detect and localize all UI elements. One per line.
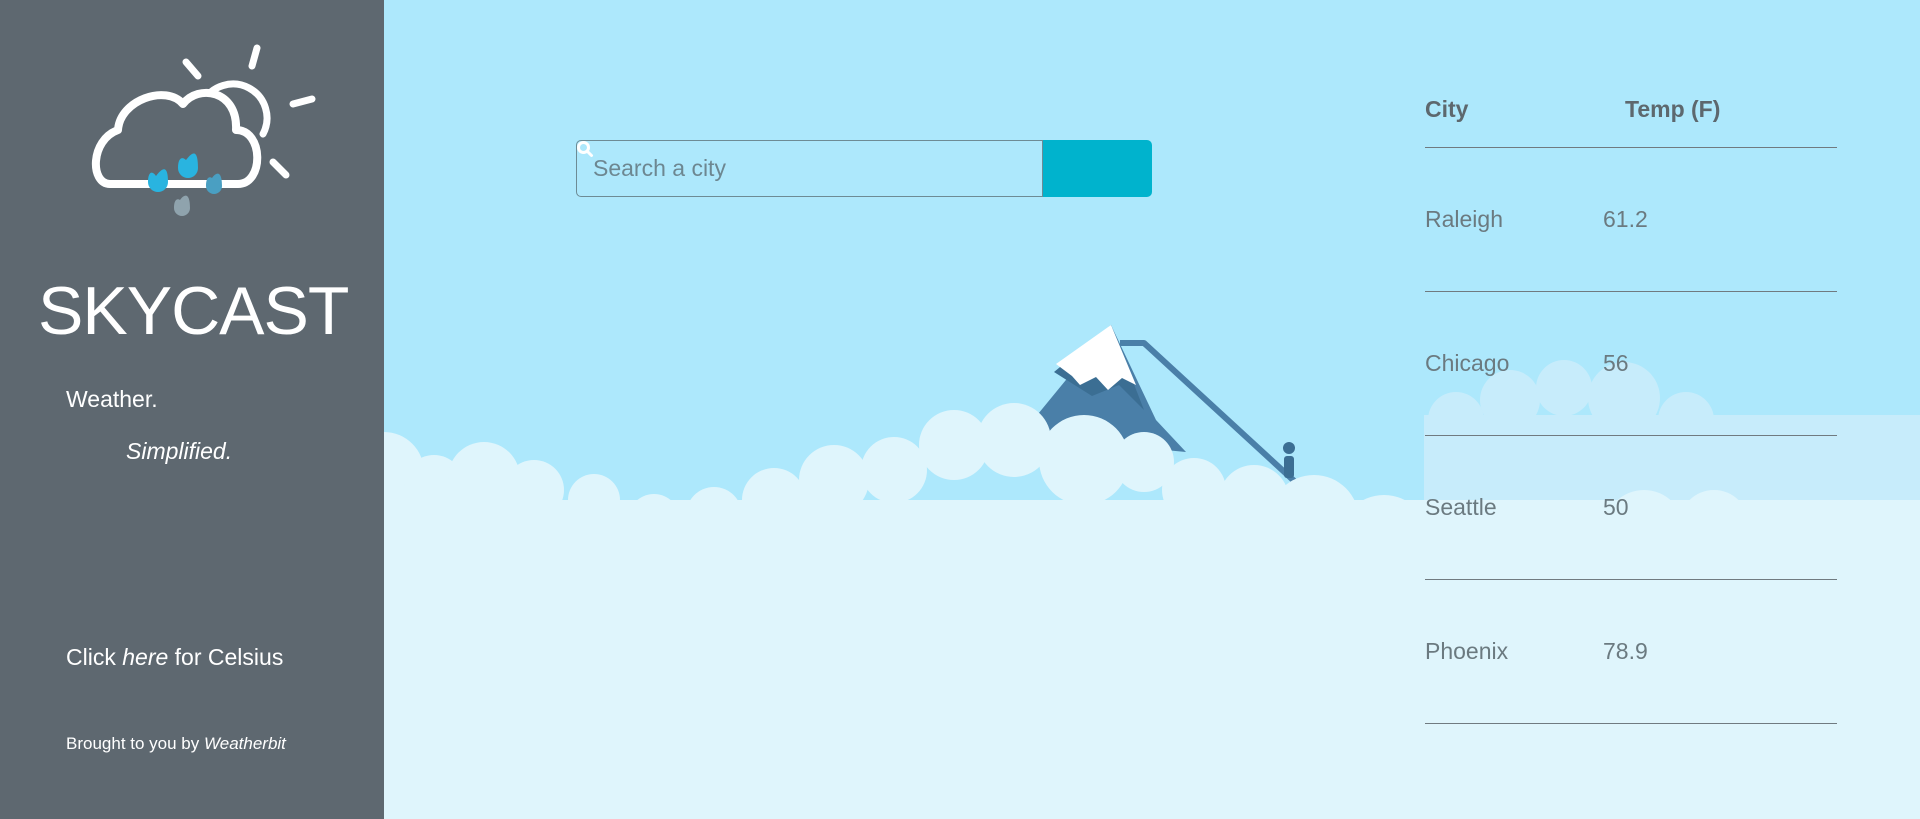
table-row[interactable]: Raleigh 61.2: [1425, 148, 1837, 292]
celsius-suffix: for Celsius: [174, 644, 284, 670]
table-header: City Temp (F): [1425, 92, 1837, 148]
credit-source: Weatherbit: [204, 734, 286, 753]
table-row[interactable]: Chicago 56: [1425, 292, 1837, 436]
search-button[interactable]: [577, 140, 1152, 197]
celsius-link[interactable]: here: [122, 644, 168, 670]
table-row[interactable]: Phoenix 78.9: [1425, 580, 1837, 724]
city-cell: Seattle: [1425, 494, 1497, 520]
search-icon: [577, 141, 593, 157]
city-cell: Phoenix: [1425, 638, 1509, 664]
temp-cell: 61.2: [1603, 206, 1648, 232]
search-input[interactable]: [576, 140, 1043, 197]
city-cell: Chicago: [1425, 350, 1510, 376]
cloud-sun-rain-icon: [92, 44, 316, 216]
city-temp-table: City Temp (F) Raleigh 61.2 Chicago 56 Se…: [1425, 92, 1837, 724]
temp-cell: 78.9: [1603, 638, 1648, 664]
header-city: City: [1425, 96, 1469, 122]
sidebar: SKYCAST Weather. Simplified. Click here …: [0, 0, 384, 819]
brand-title: SKYCAST: [38, 273, 349, 349]
celsius-toggle[interactable]: Click here for Celsius: [66, 644, 283, 671]
table-row[interactable]: Seattle 50: [1425, 436, 1837, 580]
temp-cell: 56: [1603, 350, 1629, 376]
temp-cell: 50: [1603, 494, 1629, 520]
header-temp: Temp (F): [1625, 96, 1721, 122]
tagline-weather: Weather.: [66, 386, 158, 412]
tagline-simplified: Simplified.: [126, 438, 233, 464]
credit-prefix: Brought to you by: [66, 734, 200, 753]
credit: Brought to you by Weatherbit: [66, 734, 286, 754]
city-cell: Raleigh: [1425, 206, 1503, 232]
search-bar: [576, 140, 1152, 197]
celsius-prefix: Click: [66, 644, 116, 670]
weather-scene: City Temp (F) Raleigh 61.2 Chicago 56 Se…: [384, 0, 1920, 819]
